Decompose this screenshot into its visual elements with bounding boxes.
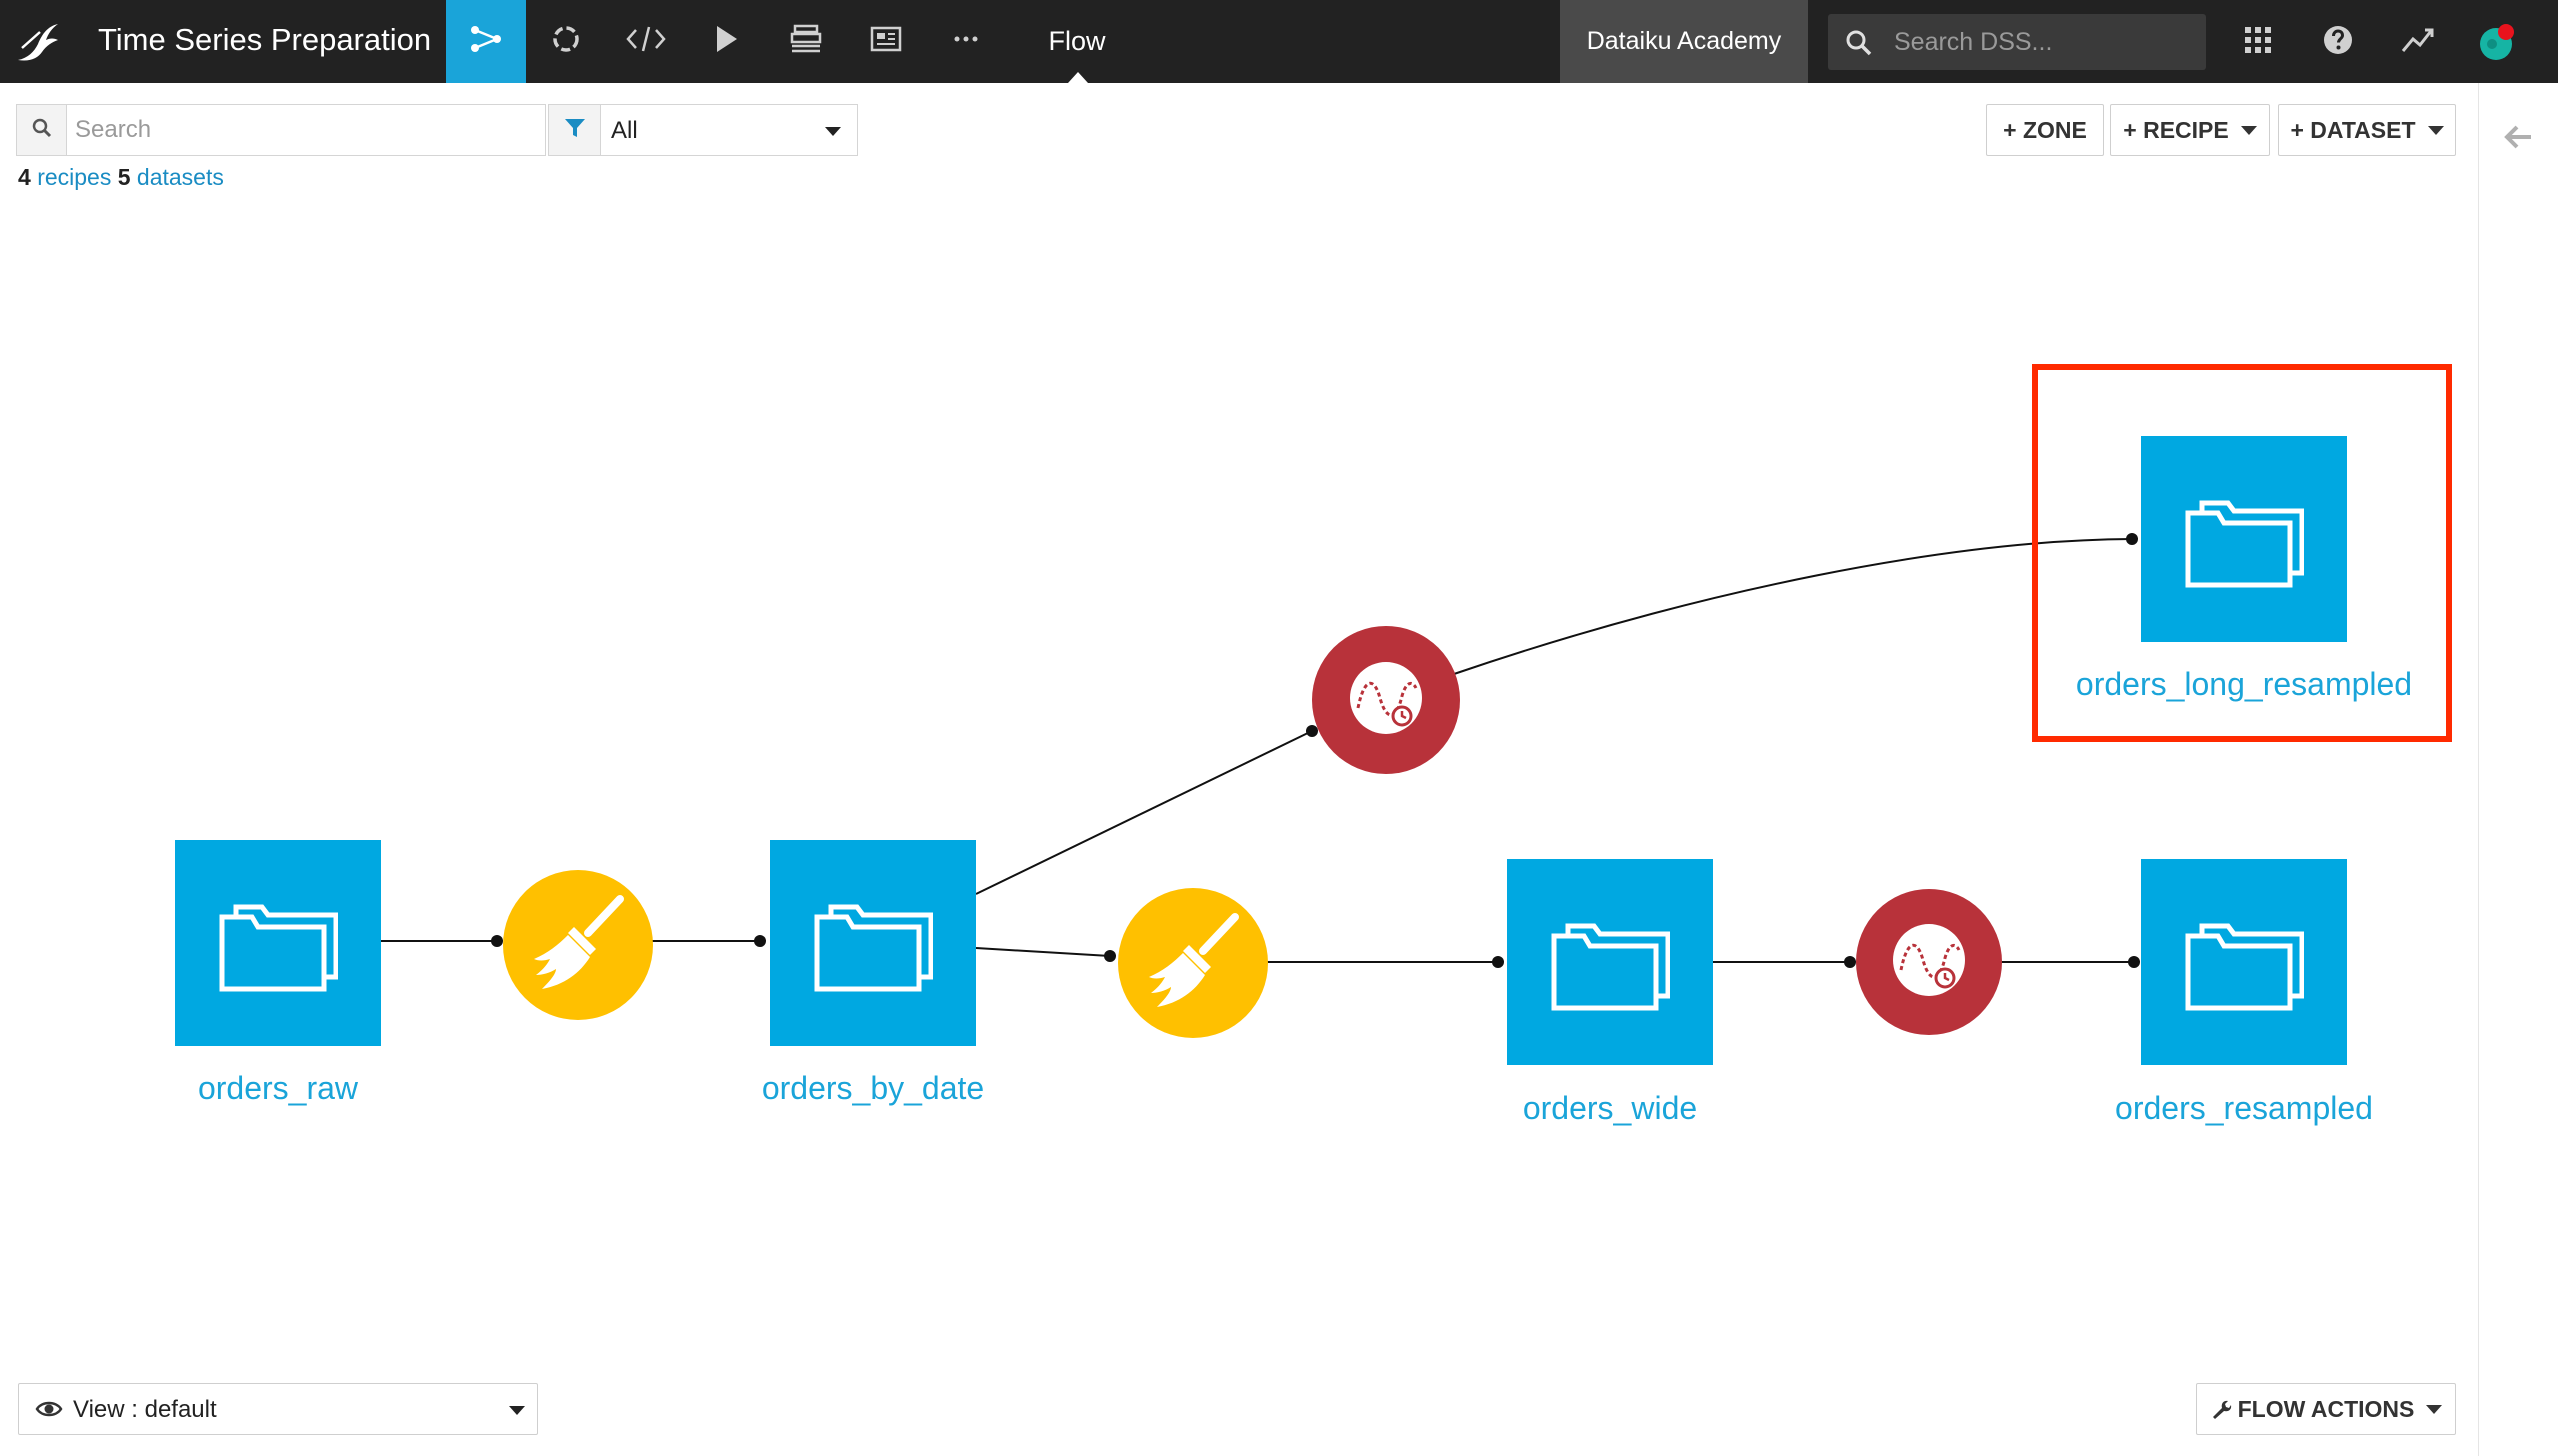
recipe-prepare-1[interactable] xyxy=(503,870,653,1020)
flow-actions-label: FLOW ACTIONS xyxy=(2237,1395,2415,1422)
chevron-down-icon xyxy=(2426,1404,2443,1414)
edge-port-dot xyxy=(1492,956,1504,968)
time-series-icon xyxy=(1346,658,1426,743)
edge-orders-by-date-to-prepare-2 xyxy=(975,947,1111,957)
edge-port-dot xyxy=(2128,956,2140,968)
recipe-time-series-resample-2[interactable] xyxy=(1856,889,2002,1035)
edge-port-dot xyxy=(754,935,766,947)
dataset-label[interactable]: orders_wide xyxy=(1460,1090,1760,1127)
dataset-label[interactable]: orders_by_date xyxy=(723,1070,1023,1107)
recipe-time-series-resample-1[interactable] xyxy=(1312,626,1460,774)
edge-orders-by-date-to-resample-1 xyxy=(975,730,1313,895)
edge-port-dot xyxy=(1104,950,1116,962)
dataset-label[interactable]: orders_resampled xyxy=(2094,1090,2394,1127)
edge-port-dot xyxy=(491,935,503,947)
flow-actions-button[interactable]: FLOW ACTIONS xyxy=(2196,1383,2456,1435)
edge-port-dot xyxy=(1844,956,1856,968)
dataset-orders-raw[interactable] xyxy=(175,840,381,1046)
view-label: View : default xyxy=(73,1396,217,1423)
recipe-prepare-2[interactable] xyxy=(1118,888,1268,1038)
dss-flow-page: Time Series Preparation Flow Dataiku Aca… xyxy=(0,0,2558,1456)
edge-resample-1-to-orders-long-resampled xyxy=(1453,538,2133,675)
folder-icon xyxy=(2184,908,2305,1017)
time-series-icon xyxy=(1889,920,1969,1005)
folder-icon xyxy=(218,889,339,998)
dataset-orders-by-date[interactable] xyxy=(770,840,976,1046)
broom-icon xyxy=(528,893,628,998)
dataset-label[interactable]: orders_raw xyxy=(128,1070,428,1107)
dataset-orders-resampled[interactable] xyxy=(2141,859,2347,1065)
highlight-box xyxy=(2032,364,2452,742)
view-select[interactable]: View : default xyxy=(18,1383,538,1435)
folder-icon xyxy=(1550,908,1671,1017)
chevron-down-icon xyxy=(509,1406,525,1415)
dataset-orders-wide[interactable] xyxy=(1507,859,1713,1065)
wrench-icon xyxy=(2210,1398,2232,1420)
folder-icon xyxy=(813,889,934,998)
broom-icon xyxy=(1143,911,1243,1016)
